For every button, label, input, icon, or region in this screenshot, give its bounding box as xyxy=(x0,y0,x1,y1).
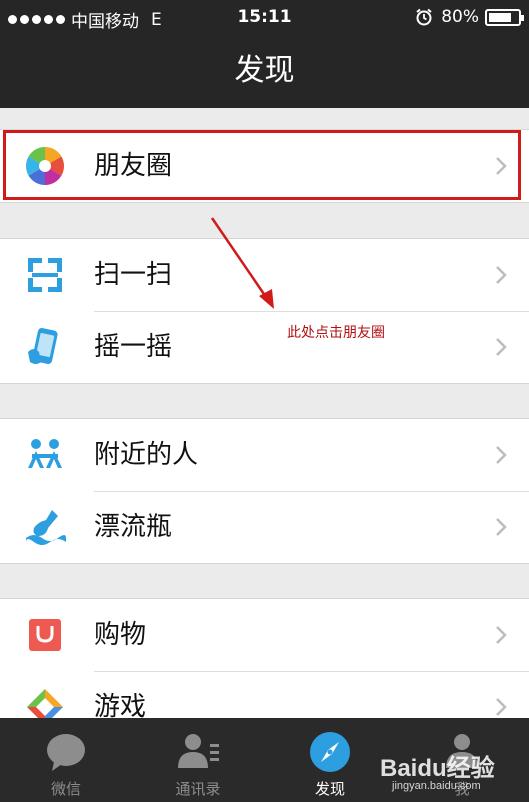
chat-bubble-icon xyxy=(47,734,85,771)
tab-label: 发现 xyxy=(314,780,345,798)
annotation-arrow-icon xyxy=(210,217,274,309)
tab-discover[interactable]: 发现 xyxy=(264,718,396,802)
watermark-logo: Baidu经验 xyxy=(380,755,495,782)
tab-contacts[interactable]: 通讯录 xyxy=(132,718,264,802)
tab-label: 微信 xyxy=(50,780,81,798)
annotation-text: 此处点击朋友圈 xyxy=(287,325,385,341)
contacts-icon xyxy=(178,734,219,768)
tab-chats[interactable]: 微信 xyxy=(0,718,132,802)
compass-icon xyxy=(310,732,350,772)
tab-label: 通讯录 xyxy=(175,780,221,798)
watermark-url: jingyan.baidu.com xyxy=(392,780,481,792)
